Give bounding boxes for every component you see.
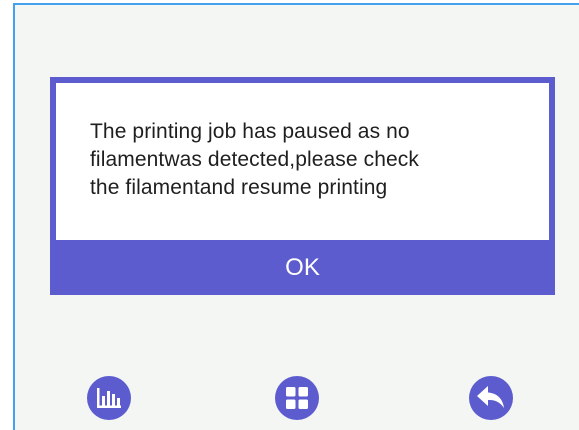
stats-button[interactable]	[87, 376, 131, 420]
filament-runout-dialog: The printing job has paused as no filame…	[50, 77, 555, 295]
grid-icon	[286, 387, 308, 409]
bar-chart-icon	[97, 388, 121, 408]
ok-button[interactable]: OK	[50, 240, 555, 295]
printer-screen: The printing job has paused as no filame…	[0, 0, 579, 430]
dialog-message-area: The printing job has paused as no filame…	[56, 83, 549, 240]
menu-button[interactable]	[275, 376, 319, 420]
back-arrow-icon	[477, 386, 504, 408]
dialog-message: The printing job has paused as no filame…	[90, 120, 419, 199]
back-button[interactable]	[469, 376, 513, 420]
